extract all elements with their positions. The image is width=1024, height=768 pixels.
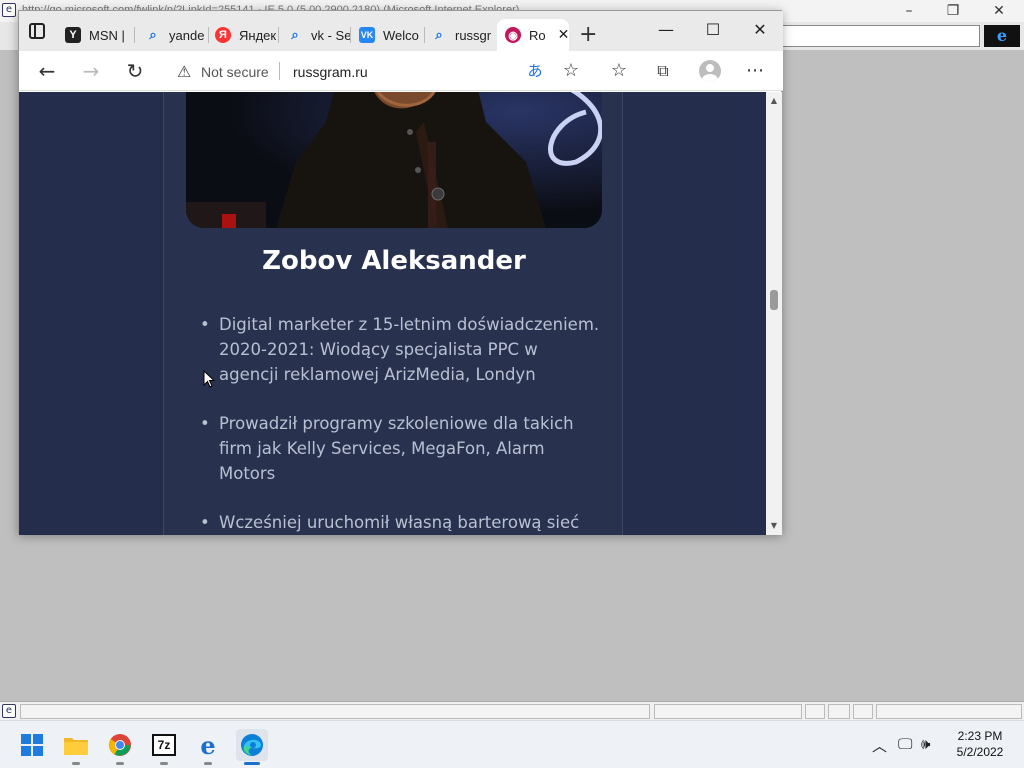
tab-russgram-active[interactable]: ◉ Ro ✕ xyxy=(497,19,569,51)
ie-maximize-button[interactable]: ❐ xyxy=(930,0,976,22)
favorites-icon[interactable]: ☆ xyxy=(607,59,631,83)
volume-icon[interactable]: 🕪 xyxy=(921,735,930,753)
show-hidden-icons-icon[interactable]: ︿ xyxy=(872,735,887,756)
mouse-cursor-icon xyxy=(203,370,215,388)
profile-photo xyxy=(186,92,602,228)
yandex-icon: Я xyxy=(215,27,231,43)
bio-list: Digital marketer z 15-letnim doświadczen… xyxy=(200,312,600,535)
more-options-icon[interactable]: ⋯ xyxy=(743,59,767,83)
scrollbar-thumb[interactable] xyxy=(770,290,778,310)
network-icon[interactable]: 🖵 xyxy=(898,735,912,753)
tab-label: Welco xyxy=(383,27,419,43)
ie-address-field[interactable] xyxy=(780,25,980,47)
tab-yandex-search[interactable]: ⌕ yande xyxy=(145,19,209,51)
start-icon xyxy=(21,734,43,756)
profile-photo-image xyxy=(186,92,602,228)
file-explorer-icon xyxy=(64,738,88,755)
ie-logo-icon: e xyxy=(984,25,1020,47)
7zip-button[interactable]: 7z xyxy=(148,729,180,765)
close-window-button[interactable]: ✕ xyxy=(737,20,783,39)
tab-label: russgr xyxy=(455,27,492,43)
tab-russgram-search[interactable]: ⌕ russgr xyxy=(431,19,497,51)
ie-close-button[interactable]: ✕ xyxy=(976,0,1022,22)
tab-msn[interactable]: Y MSN | xyxy=(65,19,135,51)
profile-card: Zobov Aleksander Digital marketer z 15-l… xyxy=(163,92,623,535)
tab-yandex[interactable]: Я Яндек xyxy=(215,19,279,51)
ie-status-segment xyxy=(20,704,650,719)
tab-label: MSN | xyxy=(89,27,125,43)
file-explorer-button[interactable] xyxy=(60,729,92,765)
new-tab-button[interactable]: + xyxy=(579,22,597,47)
clock[interactable]: 2:23 PM 5/2/2022 xyxy=(944,728,1016,760)
tab-vk-welcome[interactable]: VK Welco xyxy=(359,19,425,51)
chrome-icon xyxy=(108,734,131,756)
scroll-down-icon[interactable]: ▼ xyxy=(766,519,782,533)
tab-actions-icon[interactable] xyxy=(29,23,45,39)
search-icon: ⌕ xyxy=(435,27,443,42)
search-icon: ⌕ xyxy=(149,27,157,42)
maximize-button[interactable]: ☐ xyxy=(690,20,736,39)
start-button[interactable] xyxy=(16,729,48,761)
read-aloud-icon[interactable]: あ xyxy=(523,59,547,83)
tab-label: vk - Se xyxy=(311,27,351,43)
russgram-icon: ◉ xyxy=(505,27,521,43)
ie-status-bar: e xyxy=(0,701,1024,720)
clock-time: 2:23 PM xyxy=(957,729,1003,743)
url-text[interactable]: russgram.ru xyxy=(293,64,368,80)
ie-status-page-icon: e xyxy=(2,704,16,718)
page-viewport: Zobov Aleksander Digital marketer z 15-l… xyxy=(19,92,766,535)
bio-item: Digital marketer z 15-letnim doświadczen… xyxy=(200,312,600,387)
minimize-button[interactable]: — xyxy=(643,20,689,39)
ie-status-segment xyxy=(654,704,802,719)
refresh-button[interactable]: ↻ xyxy=(123,59,147,83)
toolbar: ← → ↻ ⚠ Not secure russgram.ru あ ☆ ☆ ⧉ ⋯ xyxy=(19,51,783,91)
address-bar[interactable]: ⚠ Not secure russgram.ru xyxy=(165,55,545,87)
ie-status-segment xyxy=(805,704,825,719)
edge-window: Y MSN | ⌕ yande Я Яндек ⌕ vk - Se VK Wel… xyxy=(18,10,783,535)
tab-label: Яндек xyxy=(239,27,277,43)
ie-status-segment xyxy=(876,704,1022,719)
vk-icon: VK xyxy=(359,27,375,43)
tab-label: Ro xyxy=(529,27,546,43)
ie-status-segment xyxy=(828,704,850,719)
back-button[interactable]: ← xyxy=(35,59,59,83)
ie-page-icon: e xyxy=(2,3,16,17)
internet-explorer-icon: e xyxy=(200,730,216,760)
search-icon: ⌕ xyxy=(291,27,299,42)
profile-avatar[interactable] xyxy=(699,60,721,82)
ie-status-segment xyxy=(853,704,873,719)
7zip-icon: 7z xyxy=(152,734,176,756)
tab-strip: Y MSN | ⌕ yande Я Яндек ⌕ vk - Se VK Wel… xyxy=(19,11,783,51)
warning-icon[interactable]: ⚠ xyxy=(177,62,191,81)
scroll-up-icon[interactable]: ▲ xyxy=(766,94,782,108)
security-label[interactable]: Not secure xyxy=(201,64,269,80)
edge-icon xyxy=(241,734,263,756)
bio-item: Prowadził programy szkoleniowe dla takic… xyxy=(200,411,600,486)
clock-date: 5/2/2022 xyxy=(956,745,1004,759)
edge-button[interactable] xyxy=(236,729,268,765)
internet-explorer-button[interactable]: e xyxy=(192,729,224,765)
bio-item: Wcześniej uruchomił własną barterową sie… xyxy=(200,510,600,535)
add-favorite-icon[interactable]: ☆ xyxy=(559,59,583,83)
tab-vk-search[interactable]: ⌕ vk - Se xyxy=(287,19,351,51)
collections-icon[interactable]: ⧉ xyxy=(651,59,675,83)
close-tab-icon[interactable]: ✕ xyxy=(558,27,569,43)
ie-minimize-button[interactable]: – xyxy=(886,0,932,22)
chrome-button[interactable] xyxy=(104,729,136,765)
vertical-scrollbar[interactable]: ▲ ▼ xyxy=(766,92,782,535)
taskbar: 7z e ︿ 🖵 🕪 2:23 PM 5/2/2022 xyxy=(0,720,1024,768)
tab-label: yande xyxy=(169,27,205,43)
msn-icon: Y xyxy=(65,27,81,43)
forward-button[interactable]: → xyxy=(79,59,103,83)
profile-name: Zobov Aleksander xyxy=(262,246,526,276)
